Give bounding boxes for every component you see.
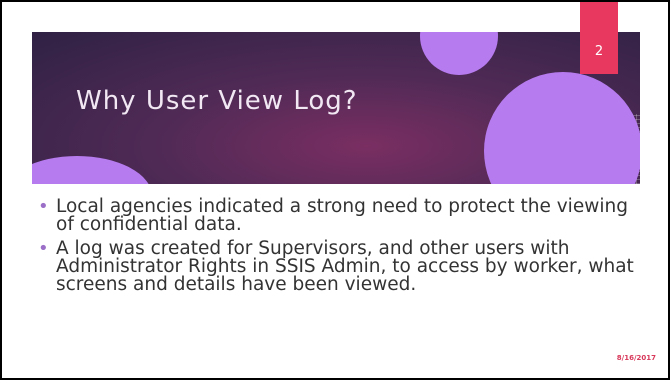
decorative-circle-corner xyxy=(32,156,152,184)
slide: Why User View Log? 2 • Local agencies in… xyxy=(0,0,670,380)
title-banner: Why User View Log? xyxy=(32,32,640,184)
bullet-icon: • xyxy=(38,238,49,259)
page-number-badge: 2 xyxy=(580,2,618,74)
slide-title: Why User View Log? xyxy=(76,86,358,116)
bullet-list: • Local agencies indicated a strong need… xyxy=(38,196,644,300)
bullet-text: Local agencies indicated a strong need t… xyxy=(56,196,628,235)
slide-date: 8/16/2017 xyxy=(616,354,656,362)
bullet-text: A log was created for Supervisors, and o… xyxy=(56,238,634,295)
bullet-item: • Local agencies indicated a strong need… xyxy=(38,196,644,235)
decorative-circle-small xyxy=(420,32,498,75)
page-number: 2 xyxy=(594,44,604,59)
decorative-circle-large xyxy=(484,72,640,184)
bullet-item: • A log was created for Supervisors, and… xyxy=(38,238,644,295)
bullet-icon: • xyxy=(38,196,49,217)
